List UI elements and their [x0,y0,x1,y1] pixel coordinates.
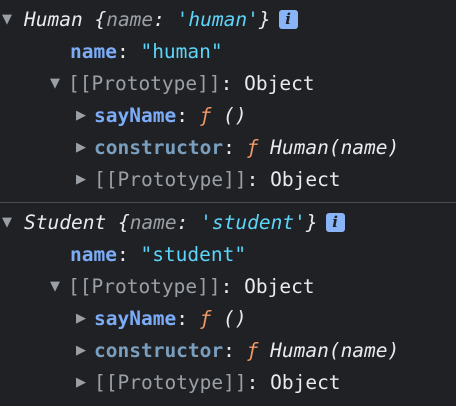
collapse-triangle-icon[interactable]: ▶ [76,132,94,164]
preview-brace-close: } [305,211,318,234]
class-name: Student [24,211,107,234]
preview-sep: : [153,8,177,31]
collapse-triangle-icon[interactable]: ▶ [76,303,94,335]
inner-prototype-row[interactable]: ▶ [[Prototype]]: Object [76,164,341,196]
preview-brace-close: } [258,8,271,31]
method-key: sayName [94,104,177,127]
expand-triangle-icon[interactable]: ▼ [2,4,24,36]
constructor-row[interactable]: ▶ constructor: ƒ Human(name) [76,132,399,164]
info-icon[interactable]: i [325,213,345,232]
constructor-key: constructor [94,339,224,362]
property-sep: : [116,243,141,266]
collapse-triangle-icon[interactable]: ▶ [76,367,94,399]
prototype-label: [[Prototype]] [68,275,221,298]
property-name: name: "student" [70,239,246,271]
method-signature: () [223,307,247,330]
console-output: ▼ Human {name: 'human'} i name: "human" ▼[… [0,0,456,406]
constructor-key: constructor [94,136,224,159]
prototype-label: [[Prototype]] [94,168,247,191]
property-value: "student" [140,243,247,266]
prototype-sep: : [246,371,271,394]
function-icon: ƒ [246,339,259,362]
collapse-triangle-icon[interactable]: ▶ [76,335,94,367]
method-key: sayName [94,307,177,330]
prototype-value: Object [244,275,315,298]
preview-value: 'student' [200,211,306,234]
prototype-value: Object [270,168,341,191]
expand-triangle-icon[interactable]: ▼ [50,68,68,100]
method-sayname-row[interactable]: ▶ sayName: ƒ () [76,303,247,335]
preview-key: name [106,8,154,31]
function-icon: ƒ [199,104,212,127]
constructor-signature: Human(name) [270,136,400,159]
inner-prototype-row[interactable]: ▶ [[Prototype]]: Object [76,367,341,399]
console-entry-student: ▼ Student {name: 'student'} i name: "stude… [0,202,456,406]
preview-brace-open: { [94,8,107,31]
collapse-triangle-icon[interactable]: ▶ [76,100,94,132]
expand-triangle-icon[interactable]: ▼ [2,207,24,239]
prototype-sep: : [220,275,245,298]
preview-sep: : [176,211,201,234]
prototype-label: [[Prototype]] [94,371,247,394]
prototype-sep: : [246,168,271,191]
property-name: name: "human" [70,36,223,68]
method-signature: () [223,104,247,127]
property-key: name [70,243,117,266]
function-icon: ƒ [199,307,212,330]
prototype-row[interactable]: ▼ [[Prototype]]: Object [50,271,315,303]
function-icon: ƒ [246,136,259,159]
property-value: "human" [140,40,223,63]
expand-triangle-icon[interactable]: ▼ [50,271,68,303]
prototype-value: Object [244,72,315,95]
prototype-row[interactable]: ▼ [[Prototype]]: Object [50,68,315,100]
object-header[interactable]: ▼ Human {name: 'human'} i [2,4,298,36]
class-name: Human [24,8,83,31]
property-key: name [70,40,117,63]
prototype-label: [[Prototype]] [68,72,221,95]
collapse-triangle-icon[interactable]: ▶ [76,164,94,196]
console-entry-human: ▼ Human {name: 'human'} i name: "human" ▼[… [0,0,456,202]
constructor-sep: : [223,339,247,362]
info-icon[interactable]: i [278,10,298,29]
constructor-signature: Human(name) [270,339,400,362]
prototype-sep: : [220,72,245,95]
constructor-row[interactable]: ▶ constructor: ƒ Human(name) [76,335,399,367]
preview-key: name [129,211,177,234]
constructor-sep: : [223,136,247,159]
method-sep: : [176,104,200,127]
property-sep: : [116,40,141,63]
object-header[interactable]: ▼ Student {name: 'student'} i [2,207,345,239]
preview-value: 'human' [176,8,259,31]
preview-brace-open: { [117,211,130,234]
method-sayname-row[interactable]: ▶ sayName: ƒ () [76,100,247,132]
prototype-value: Object [270,371,341,394]
method-sep: : [176,307,200,330]
